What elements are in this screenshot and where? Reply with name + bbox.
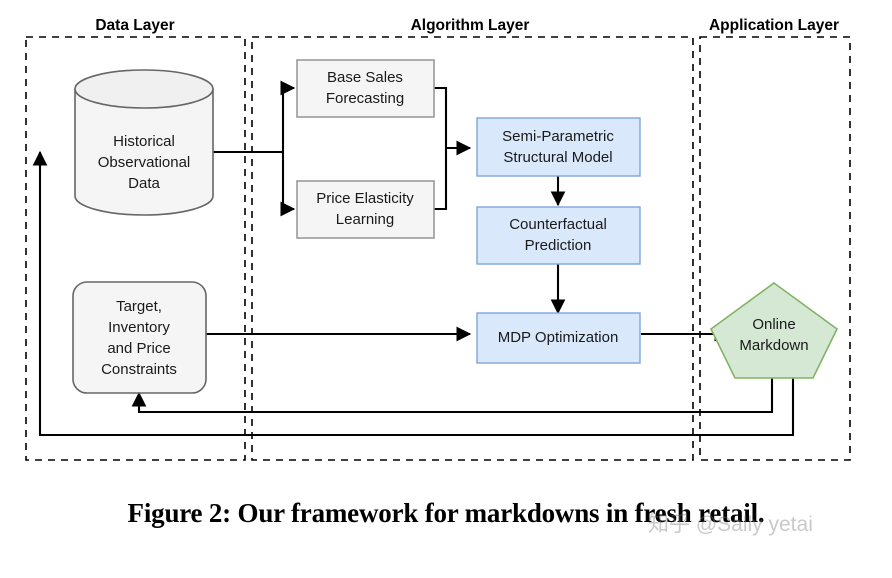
- node-label-semi-parametric-line2: Structural Model: [503, 149, 612, 166]
- node-label-base-sales-line1: Base Sales: [327, 69, 403, 86]
- layer-title-application: Application Layer: [709, 17, 839, 34]
- node-label-price-elasticity-line2: Learning: [336, 211, 394, 228]
- node-online-markdown[interactable]: Online Markdown: [709, 282, 839, 379]
- layer-box-application: [699, 36, 851, 461]
- edge-historical-data-to-base-sales: [280, 80, 296, 152]
- node-mdp-optimization[interactable]: MDP Optimization: [476, 312, 641, 364]
- node-counterfactual-prediction[interactable]: Counterfactual Prediction: [476, 206, 641, 265]
- node-target-inventory-price-constraints[interactable]: Target, Inventory and Price Constraints: [72, 281, 207, 394]
- node-label-price-elasticity-line1: Price Elasticity: [316, 190, 414, 207]
- framework-diagram: Data Layer Algorithm Layer Application L…: [25, 17, 851, 461]
- node-label-historical-line2: Observational: [98, 154, 191, 171]
- edge-price-elasticity-merge: [434, 148, 448, 211]
- edge-online-markdown-to-constraints: [131, 378, 774, 414]
- layer-title-data: Data Layer: [95, 17, 174, 34]
- node-label-online-markdown-line1: Online: [752, 316, 795, 333]
- figure-container: Data Layer Algorithm Layer Application L…: [0, 0, 892, 578]
- node-label-historical-line3: Data: [128, 175, 160, 192]
- node-base-sales-forecasting[interactable]: Base Sales Forecasting: [296, 59, 435, 118]
- node-label-base-sales-line2: Forecasting: [326, 90, 404, 107]
- node-label-online-markdown-line2: Markdown: [739, 337, 808, 354]
- node-label-mdp-optimization: MDP Optimization: [498, 329, 619, 346]
- node-label-constraints-line4: Constraints: [101, 361, 177, 378]
- node-historical-observational-data[interactable]: Historical Observational Data: [74, 69, 214, 216]
- node-label-semi-parametric-line1: Semi-Parametric: [502, 128, 614, 145]
- figure-caption: Figure 2: Our framework for markdowns in…: [127, 498, 765, 528]
- edge-historical-data-to-price-elasticity: [280, 152, 296, 217]
- node-semi-parametric-structural-model[interactable]: Semi-Parametric Structural Model: [476, 117, 641, 177]
- layer-title-algorithm: Algorithm Layer: [411, 17, 530, 34]
- edge-base-sales-merge: [434, 86, 448, 148]
- node-label-constraints-line2: Inventory: [108, 319, 170, 336]
- node-price-elasticity-learning[interactable]: Price Elasticity Learning: [296, 180, 435, 239]
- node-label-counterfactual-line2: Prediction: [525, 237, 592, 254]
- node-label-constraints-line3: and Price: [107, 340, 170, 357]
- node-label-historical-line1: Historical: [113, 133, 175, 150]
- node-label-constraints-line1: Target,: [116, 298, 162, 315]
- node-label-counterfactual-line1: Counterfactual: [509, 216, 607, 233]
